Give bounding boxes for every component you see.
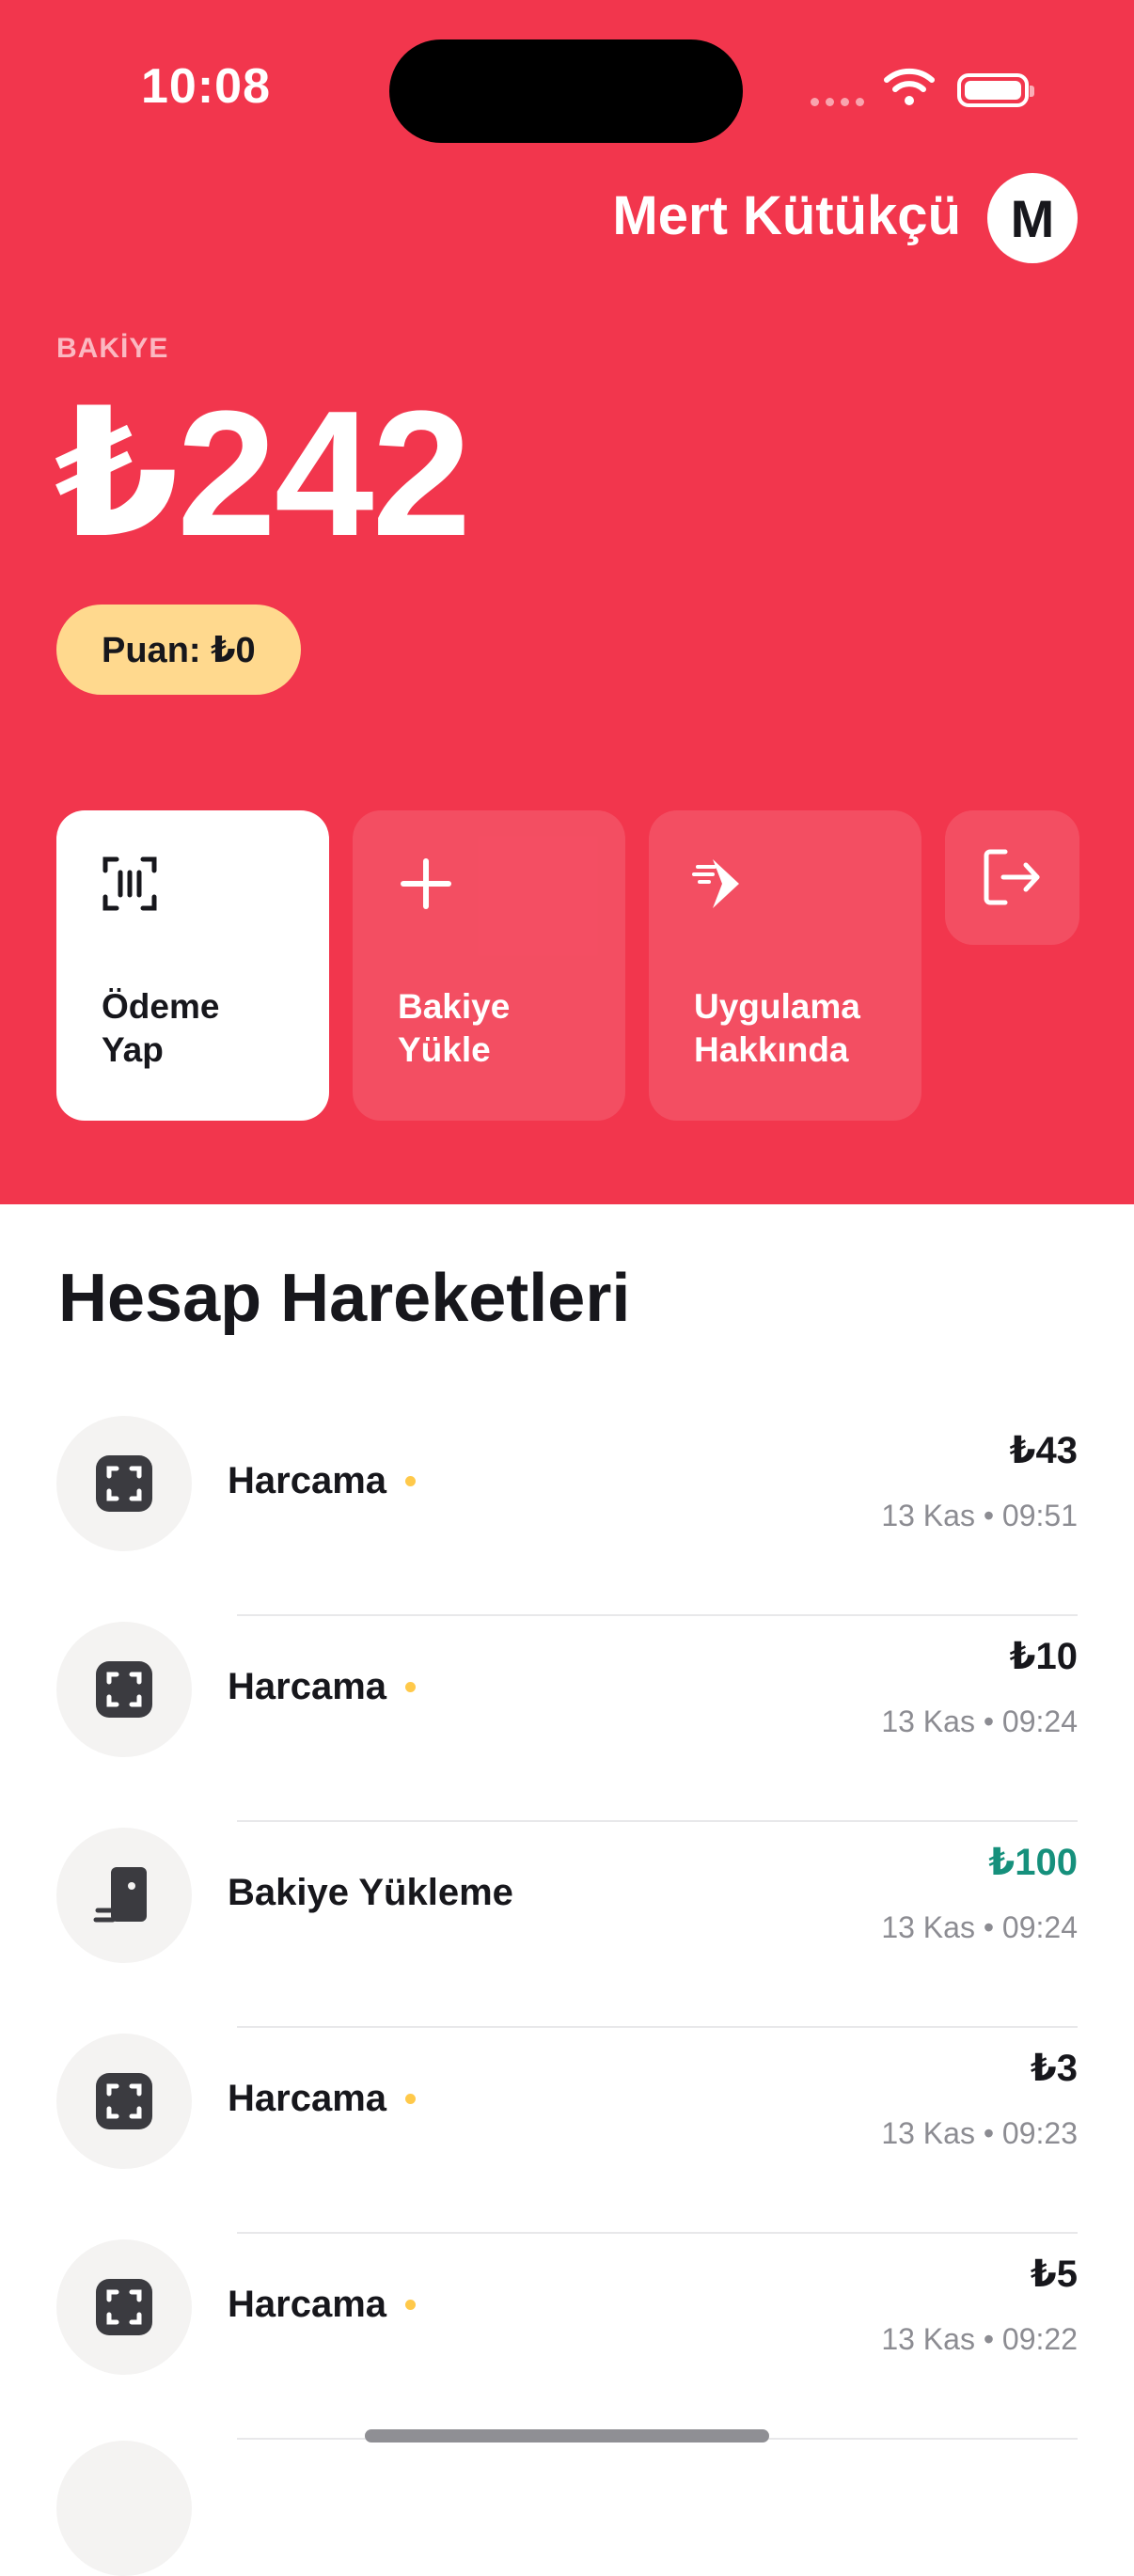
transaction-title: Bakiye Yükleme <box>228 1872 513 1913</box>
transaction-title: Harcama <box>228 2078 387 2119</box>
pending-dot <box>405 2094 417 2104</box>
transaction-row[interactable]: Harcama ₺10 13 Kas • 09:24 <box>0 1616 1134 1822</box>
transaction-title: Harcama <box>228 2284 387 2325</box>
balance-label: BAKİYE <box>56 333 169 364</box>
dynamic-island <box>389 39 743 143</box>
logout-button[interactable] <box>945 810 1079 945</box>
avatar[interactable]: M <box>987 173 1078 263</box>
top-up-button-label: Bakiye Yükle <box>398 987 511 1069</box>
cellular-signal-icon <box>811 98 864 106</box>
scan-frame-icon <box>96 1661 152 1718</box>
pay-button[interactable]: Ödeme Yap <box>56 810 329 1121</box>
pending-dot <box>405 1476 417 1486</box>
barcode-scan-icon <box>102 856 157 911</box>
transaction-icon <box>56 2441 192 2576</box>
card-reader-icon <box>93 1867 147 1923</box>
transaction-date: 13 Kas • 09:51 <box>881 1499 1078 1532</box>
balance-header: 10:08 Mert Kütükçü M BAKİYE ₺242 Puan: ₺… <box>0 0 1134 1204</box>
transaction-icon <box>56 2239 192 2375</box>
transaction-amount: ₺100 <box>988 1842 1078 1883</box>
transaction-icon <box>56 2034 192 2169</box>
transaction-date: 13 Kas • 09:23 <box>881 2116 1078 2150</box>
transaction-row[interactable]: Bakiye Yükleme ₺100 13 Kas • 09:24 <box>0 1822 1134 2028</box>
transaction-icon <box>56 1622 192 1757</box>
status-time: 10:08 <box>141 59 271 114</box>
transaction-date: 13 Kas • 09:24 <box>881 1910 1078 1944</box>
transaction-amount: ₺5 <box>1030 2254 1078 2295</box>
transaction-row[interactable]: Harcama ₺5 13 Kas • 09:22 <box>0 2234 1134 2440</box>
scan-frame-icon <box>96 2073 152 2129</box>
transaction-date: 13 Kas • 09:22 <box>881 2322 1078 2356</box>
user-name[interactable]: Mert Kütükçü <box>612 184 961 247</box>
about-app-button-label: Uygulama Hakkında <box>694 987 860 1069</box>
scan-frame-icon <box>96 1455 152 1512</box>
transaction-icon <box>56 1416 192 1551</box>
transactions-title: Hesap Hareketleri <box>58 1261 631 1336</box>
plus-icon <box>401 858 451 909</box>
balance-amount: ₺242 <box>55 374 471 573</box>
transaction-icon <box>56 1828 192 1963</box>
transaction-amount: ₺10 <box>1009 1636 1078 1677</box>
wifi-icon <box>884 68 935 105</box>
about-app-button[interactable]: Uygulama Hakkında <box>649 810 921 1121</box>
top-up-button[interactable]: Bakiye Yükle <box>353 810 625 1121</box>
pending-dot <box>405 1682 417 1692</box>
scan-frame-icon <box>96 2279 152 2335</box>
transaction-row[interactable]: Harcama ₺3 13 Kas • 09:23 <box>0 2028 1134 2234</box>
pending-dot <box>405 2300 417 2310</box>
home-indicator[interactable] <box>365 2429 769 2442</box>
pay-button-label: Ödeme Yap <box>102 987 220 1069</box>
transaction-amount: ₺43 <box>1009 1430 1078 1471</box>
transaction-date: 13 Kas • 09:24 <box>881 1704 1078 1738</box>
transaction-title: Harcama <box>228 1460 387 1501</box>
transaction-amount: ₺3 <box>1030 2048 1078 2089</box>
transactions-list: Harcama ₺43 13 Kas • 09:51 Harcama ₺10 1… <box>0 1410 1134 2440</box>
transaction-row[interactable]: Harcama ₺43 13 Kas • 09:51 <box>0 1410 1134 1616</box>
fast-arrow-icon <box>692 859 739 908</box>
logout-icon <box>984 849 1040 905</box>
battery-icon <box>957 73 1034 107</box>
points-badge[interactable]: Puan: ₺0 <box>56 605 301 695</box>
transaction-title: Harcama <box>228 1666 387 1707</box>
